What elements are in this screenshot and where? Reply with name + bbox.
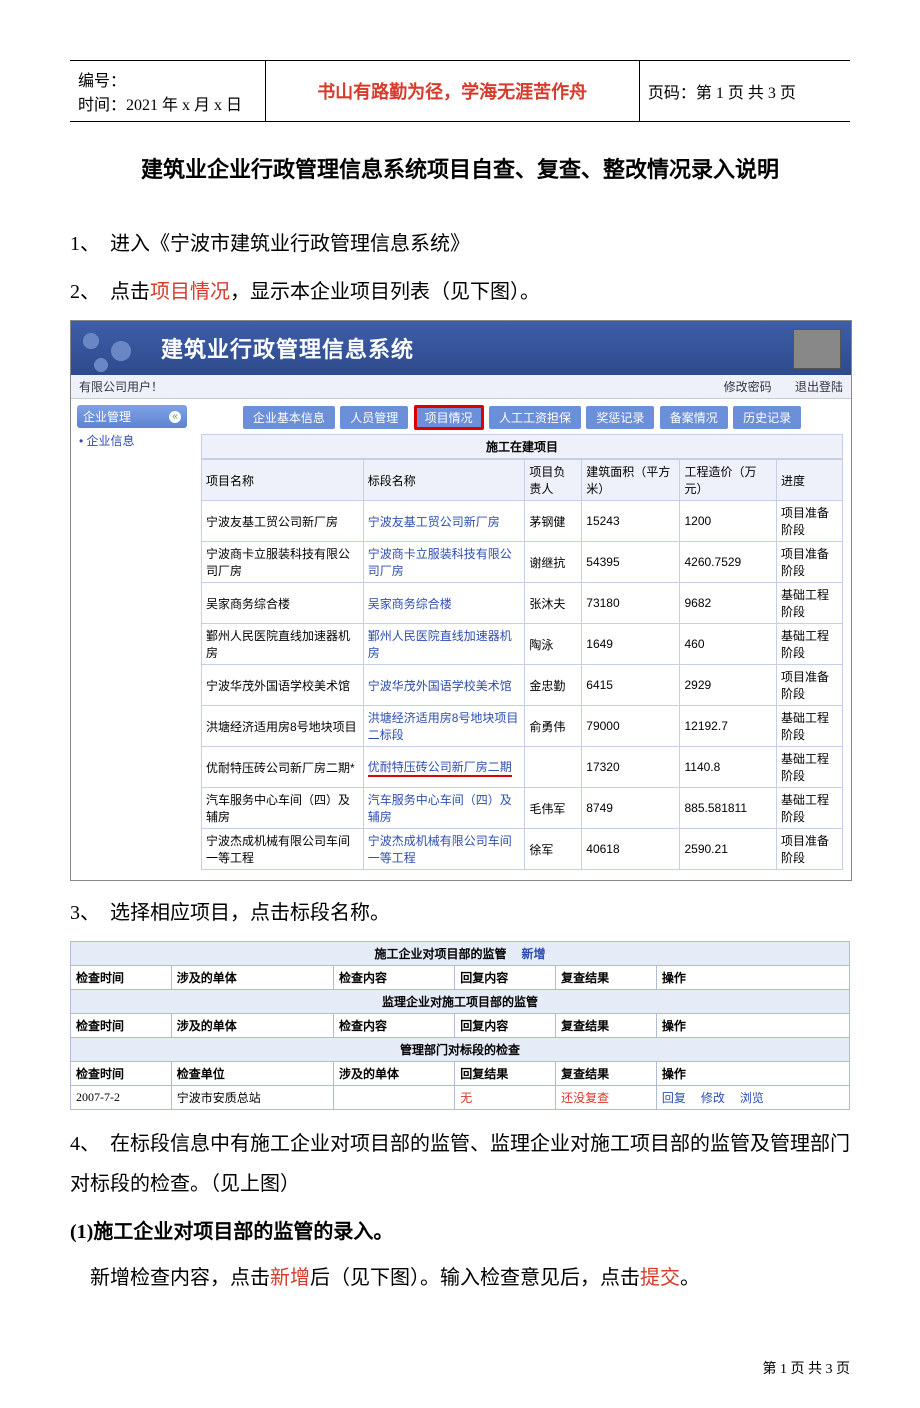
user-bar: 有限公司用户！ 修改密码 退出登陆 bbox=[71, 375, 851, 399]
substep-1-body: 新增检查内容，点击新增后（见下图）。输入检查意见后，点击提交。 bbox=[70, 1258, 850, 1298]
reply-link[interactable]: 回复 bbox=[662, 1091, 686, 1105]
table-row: 优耐特压砖公司新厂房二期*优耐特压砖公司新厂房二期173201140.8基础工程… bbox=[202, 747, 843, 788]
section-name-link[interactable]: 宁波友基工贸公司新厂房 bbox=[363, 501, 525, 542]
table-col-header: 回复内容 bbox=[455, 1014, 556, 1038]
page-footer: 第 1 页 共 3 页 bbox=[70, 1358, 850, 1378]
table-col-header: 涉及的单体 bbox=[171, 966, 333, 990]
section-1-header: 施工企业对项目部的监管 新增 bbox=[71, 942, 850, 966]
header-motto: 书山有路勤为径，学海无涯苦作舟 bbox=[265, 61, 639, 122]
change-password-link[interactable]: 修改密码 bbox=[724, 380, 772, 394]
screenshot-2: 施工企业对项目部的监管 新增 检查时间涉及的单体检查内容回复内容复查结果操作 监… bbox=[70, 941, 850, 1110]
doc-title: 建筑业企业行政管理信息系统项目自查、复查、整改情况录入说明 bbox=[70, 152, 850, 184]
collapse-icon[interactable]: « bbox=[169, 411, 181, 423]
table-col-header: 检查时间 bbox=[71, 1014, 172, 1038]
step-4: 4、 在标段信息中有施工企业对项目部的监管、监理企业对施工项目部的监管及管理部门… bbox=[70, 1124, 850, 1204]
table-col-header: 涉及的单体 bbox=[334, 1062, 455, 1086]
user-greeting: 有限公司用户！ bbox=[79, 378, 163, 395]
substep-1-heading: (1)施工企业对项目部的监管的录入。 bbox=[70, 1212, 850, 1252]
table-col-header: 复查结果 bbox=[556, 1062, 657, 1086]
table-col-header: 操作 bbox=[656, 966, 849, 990]
table-col-header: 标段名称 bbox=[363, 460, 525, 501]
sidebar-header[interactable]: 企业管理 « bbox=[77, 405, 187, 428]
section-name-link[interactable]: 宁波杰成机械有限公司车间一等工程 bbox=[363, 829, 525, 870]
table-col-header: 项目名称 bbox=[202, 460, 364, 501]
add-new-link[interactable]: 新增 bbox=[522, 947, 546, 961]
table-row: 宁波杰成机械有限公司车间一等工程宁波杰成机械有限公司车间一等工程徐军406182… bbox=[202, 829, 843, 870]
table-row: 汽车服务中心车间（四）及辅房汽车服务中心车间（四）及辅房毛伟军8749885.5… bbox=[202, 788, 843, 829]
section-name-link[interactable]: 宁波商卡立服装科技有限公司厂房 bbox=[363, 542, 525, 583]
section-name-link[interactable]: 优耐特压砖公司新厂房二期 bbox=[363, 747, 525, 788]
sidebar: 企业管理 « • 企业信息 bbox=[71, 399, 193, 459]
banner-photo bbox=[793, 329, 841, 369]
doc-id: 编号： bbox=[78, 67, 257, 91]
table-col-header: 进度 bbox=[777, 460, 843, 501]
table-col-header: 回复结果 bbox=[455, 1062, 556, 1086]
tab-filing[interactable]: 备案情况 bbox=[660, 406, 728, 429]
section-name-link[interactable]: 汽车服务中心车间（四）及辅房 bbox=[363, 788, 525, 829]
edit-link[interactable]: 修改 bbox=[701, 1091, 725, 1105]
browse-link[interactable]: 浏览 bbox=[740, 1091, 764, 1105]
tab-project-status[interactable]: 项目情况 bbox=[414, 405, 484, 430]
step-1: 1、 进入《宁波市建筑业行政管理信息系统》 bbox=[70, 224, 850, 264]
table-col-header: 工程造价（万元） bbox=[680, 460, 777, 501]
tab-history[interactable]: 历史记录 bbox=[733, 406, 801, 429]
section-name-link[interactable]: 吴家商务综合楼 bbox=[363, 583, 525, 624]
table-col-header: 检查内容 bbox=[334, 1014, 455, 1038]
table-col-header: 建筑面积（平方米） bbox=[582, 460, 680, 501]
table-col-header: 项目负责人 bbox=[525, 460, 582, 501]
table-row: 宁波华茂外国语学校美术馆宁波华茂外国语学校美术馆金忠勤64152929项目准备阶… bbox=[202, 665, 843, 706]
row-actions: 回复 修改 浏览 bbox=[656, 1086, 849, 1110]
header-left-cell: 编号： 时间：2021 年 x 月 x 日 bbox=[70, 61, 265, 122]
logout-link[interactable]: 退出登陆 bbox=[795, 380, 843, 394]
table-title: 施工在建项目 bbox=[201, 434, 843, 459]
doc-time: 时间：2021 年 x 月 x 日 bbox=[78, 91, 257, 115]
table-col-header: 回复内容 bbox=[455, 966, 556, 990]
section-2-header: 监理企业对施工项目部的监管 bbox=[71, 990, 850, 1014]
logo-graphic bbox=[71, 321, 151, 375]
table-col-header: 涉及的单体 bbox=[171, 1014, 333, 1038]
step-3: 3、 选择相应项目，点击标段名称。 bbox=[70, 893, 850, 933]
table-row: 宁波商卡立服装科技有限公司厂房宁波商卡立服装科技有限公司厂房谢继抗5439542… bbox=[202, 542, 843, 583]
table-col-header: 操作 bbox=[656, 1014, 849, 1038]
table-row: 吴家商务综合楼吴家商务综合楼张沐夫731809682基础工程阶段 bbox=[202, 583, 843, 624]
table-col-header: 复查结果 bbox=[556, 966, 657, 990]
section-name-link[interactable]: 宁波华茂外国语学校美术馆 bbox=[363, 665, 525, 706]
sidebar-item-company-info[interactable]: • 企业信息 bbox=[77, 428, 187, 453]
inspection-row: 2007-7-2 宁波市安质总站 无 还没复查 回复 修改 浏览 bbox=[71, 1086, 850, 1110]
tab-rewards[interactable]: 奖惩记录 bbox=[586, 406, 654, 429]
table-col-header: 检查时间 bbox=[71, 1062, 172, 1086]
screenshot-1: 建筑业行政管理信息系统 有限公司用户！ 修改密码 退出登陆 企业管理 « • 企… bbox=[70, 320, 852, 881]
section-name-link[interactable]: 鄞州人民医院直线加速器机房 bbox=[363, 624, 525, 665]
table-col-header: 复查结果 bbox=[556, 1014, 657, 1038]
app-title: 建筑业行政管理信息系统 bbox=[161, 332, 414, 364]
table-col-header: 操作 bbox=[656, 1062, 849, 1086]
table-row: 宁波友基工贸公司新厂房宁波友基工贸公司新厂房茅钢健152431200项目准备阶段 bbox=[202, 501, 843, 542]
tab-personnel[interactable]: 人员管理 bbox=[340, 406, 408, 429]
header-page: 页码：第 1 页 共 3 页 bbox=[639, 61, 850, 122]
doc-header-table: 编号： 时间：2021 年 x 月 x 日 书山有路勤为径，学海无涯苦作舟 页码… bbox=[70, 60, 850, 122]
table-col-header: 检查内容 bbox=[334, 966, 455, 990]
table-col-header: 检查单位 bbox=[171, 1062, 333, 1086]
table-row: 鄞州人民医院直线加速器机房鄞州人民医院直线加速器机房陶泳1649460基础工程阶… bbox=[202, 624, 843, 665]
section-3-header: 管理部门对标段的检查 bbox=[71, 1038, 850, 1062]
step-2: 2、 点击项目情况，显示本企业项目列表（见下图）。 bbox=[70, 272, 850, 312]
section-name-link[interactable]: 洪塘经济适用房8号地块项目二标段 bbox=[363, 706, 525, 747]
app-banner: 建筑业行政管理信息系统 bbox=[71, 321, 851, 375]
table-col-header: 检查时间 bbox=[71, 966, 172, 990]
tab-wage-guarantee[interactable]: 人工工资担保 bbox=[489, 406, 581, 429]
tab-basic-info[interactable]: 企业基本信息 bbox=[243, 406, 335, 429]
table-row: 洪塘经济适用房8号地块项目洪塘经济适用房8号地块项目二标段俞勇伟79000121… bbox=[202, 706, 843, 747]
tab-bar: 企业基本信息 人员管理 项目情况 人工工资担保 奖惩记录 备案情况 历史记录 bbox=[201, 405, 843, 430]
projects-table: 项目名称标段名称项目负责人建筑面积（平方米）工程造价（万元）进度 宁波友基工贸公… bbox=[201, 459, 843, 870]
